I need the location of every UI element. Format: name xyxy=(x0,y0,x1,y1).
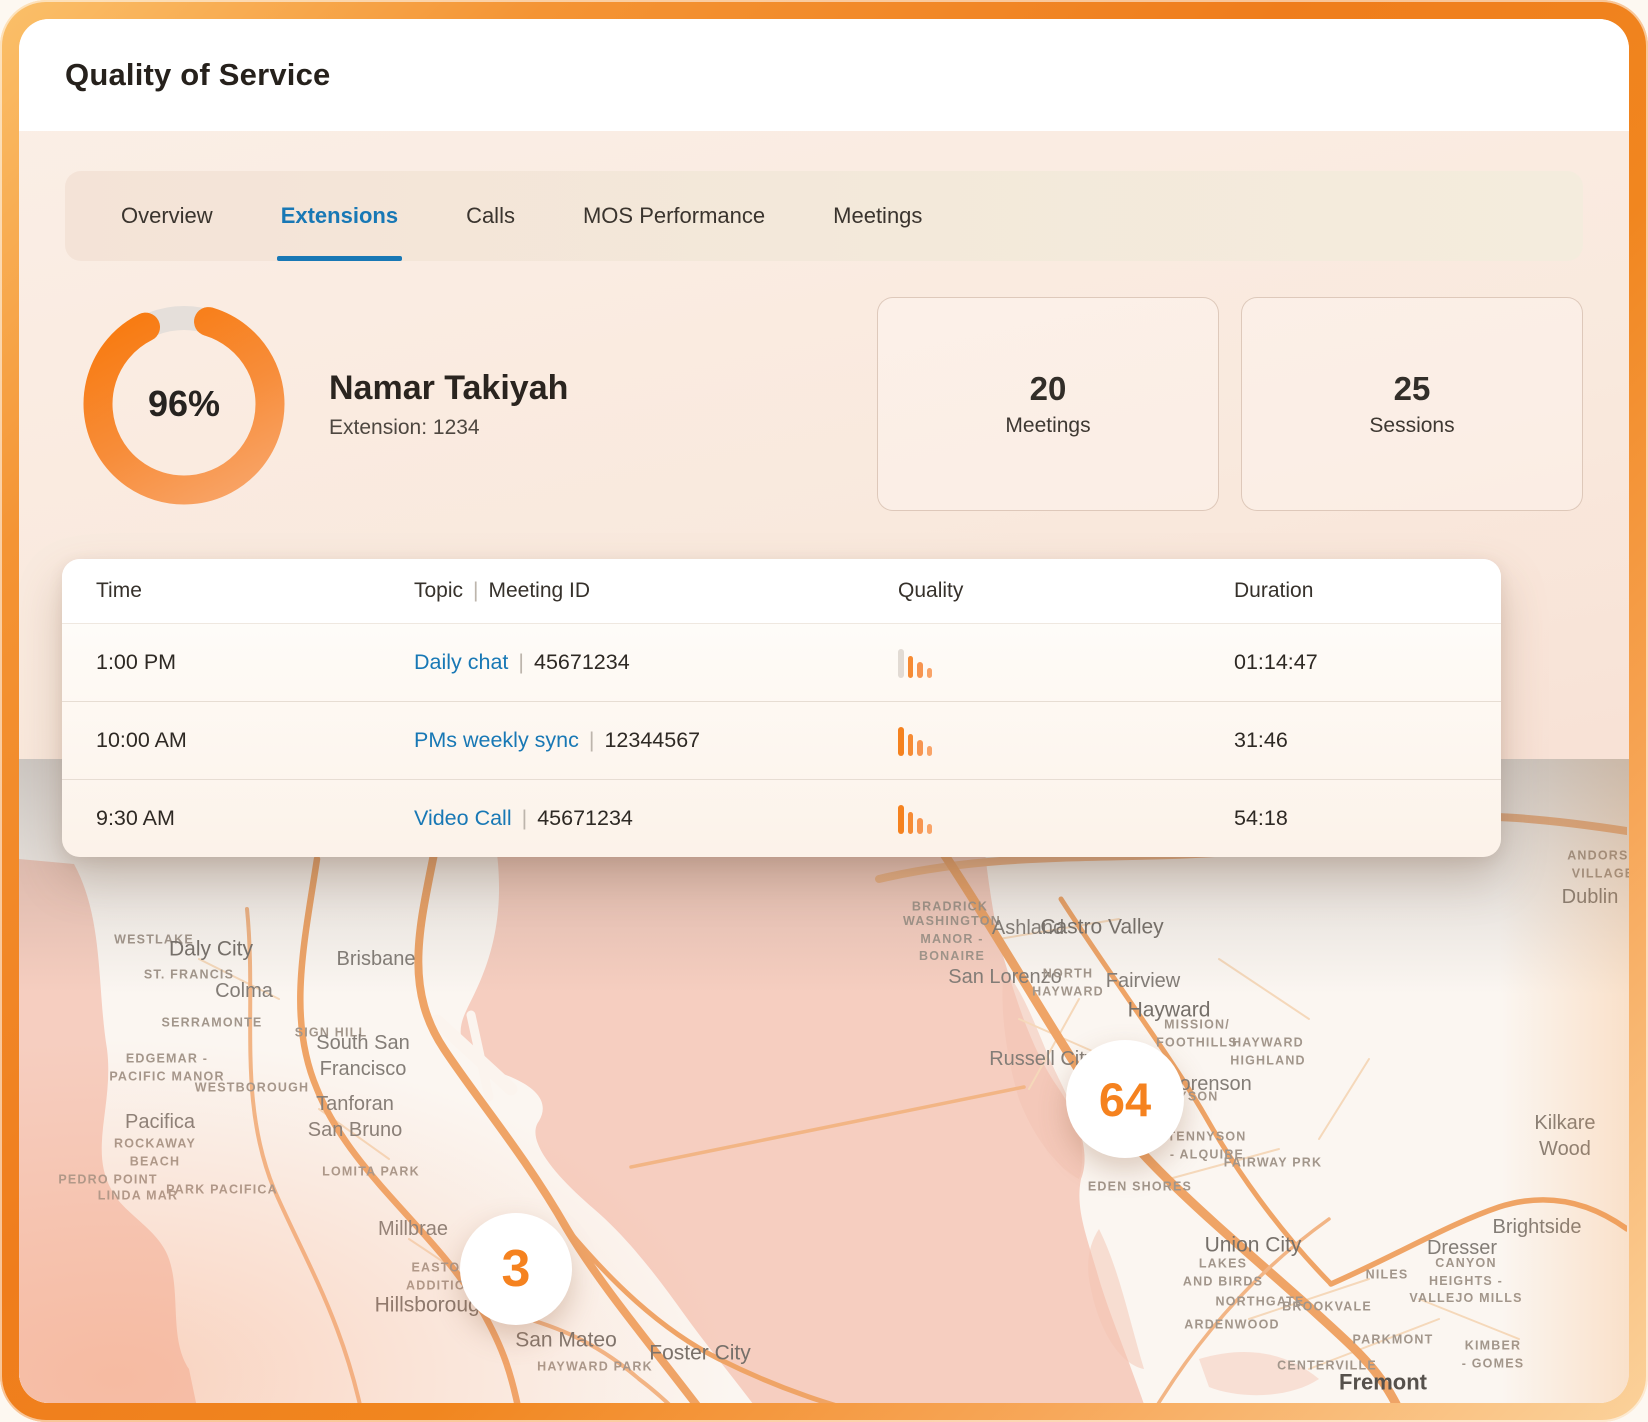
pipe-separator: | xyxy=(579,728,605,752)
device-frame: Quality of Service Overview Extensions C… xyxy=(0,0,1648,1422)
map-label: SERRAMONTE xyxy=(162,1014,263,1032)
cell-duration: 01:14:47 xyxy=(1178,650,1467,675)
extension-summary-row: 96% Namar Takiyah Extension: 1234 20 Mee… xyxy=(65,295,1583,513)
quality-score-value: 96% xyxy=(77,297,291,511)
tab-mos-performance[interactable]: MOS Performance xyxy=(549,171,799,261)
meetings-table-card: Time Topic|Meeting ID Quality Duration 1… xyxy=(62,559,1501,857)
map-label: Daly City xyxy=(169,935,253,962)
sessions-count: 25 xyxy=(1394,370,1431,408)
map-label: LAKES AND BIRDS xyxy=(1183,1256,1263,1291)
pipe-separator: | xyxy=(463,579,488,602)
map-label: ARDENWOOD xyxy=(1184,1316,1280,1334)
map-label: NORTH HAYWARD xyxy=(1032,966,1104,1001)
cell-time: 10:00 AM xyxy=(96,728,414,753)
topic-link[interactable]: Daily chat xyxy=(414,650,508,674)
cell-quality xyxy=(848,648,1178,678)
meeting-id: 45671234 xyxy=(537,806,633,830)
map-label: KIMBER - GOMES xyxy=(1462,1338,1525,1373)
map-label: South San Francisco xyxy=(316,1030,409,1082)
table-row[interactable]: 9:30 AM Video Call|45671234 54:18 xyxy=(62,780,1501,857)
map-label: Castro Valley xyxy=(1040,913,1163,940)
map-label: San Bruno xyxy=(308,1117,403,1143)
map-label: BROOKVALE xyxy=(1282,1298,1372,1316)
tab-extensions[interactable]: Extensions xyxy=(247,171,432,261)
map-label: EDEN SHORES xyxy=(1088,1178,1192,1196)
topic-link[interactable]: PMs weekly sync xyxy=(414,728,579,752)
map-label: LOMITA PARK xyxy=(322,1163,420,1181)
map-label: MISSION/ FOOTHILLS xyxy=(1156,1017,1238,1052)
map-label: Colma xyxy=(215,978,273,1004)
meetings-label: Meetings xyxy=(1005,414,1090,438)
map-label: Millbrae xyxy=(378,1216,448,1242)
map-label: CANYON HEIGHTS - VALLEJO MILLS xyxy=(1409,1255,1522,1308)
map-label: ROCKAWAY BEACH xyxy=(114,1136,196,1171)
user-name: Namar Takiyah xyxy=(329,369,877,408)
map-label: Foster City xyxy=(649,1339,751,1366)
tab-bar: Overview Extensions Calls MOS Performanc… xyxy=(65,171,1583,261)
cell-topic: PMs weekly sync|12344567 xyxy=(414,728,848,753)
map-label: Fairview xyxy=(1106,968,1180,994)
cell-quality xyxy=(848,726,1178,756)
meetings-stat-card: 20 Meetings xyxy=(877,297,1219,511)
table-header-row: Time Topic|Meeting ID Quality Duration xyxy=(62,559,1501,624)
map-label: Dublin xyxy=(1562,884,1619,910)
map-label: PARK PACIFICA xyxy=(166,1181,278,1199)
qos-app-window: Quality of Service Overview Extensions C… xyxy=(19,19,1629,1403)
tab-calls[interactable]: Calls xyxy=(432,171,549,261)
map-cluster-marker[interactable]: 64 xyxy=(1066,1040,1184,1158)
app-header: Quality of Service xyxy=(19,19,1629,131)
col-time: Time xyxy=(96,579,414,603)
page-title: Quality of Service xyxy=(65,57,330,93)
topic-link[interactable]: Video Call xyxy=(414,806,512,830)
map-label: HAYWARD PARK xyxy=(537,1358,653,1376)
map-label: PEDRO POINT xyxy=(58,1171,157,1189)
cell-time: 1:00 PM xyxy=(96,650,414,675)
map-label: Pacifica xyxy=(125,1109,195,1135)
table-row[interactable]: 1:00 PM Daily chat|45671234 01:14:47 xyxy=(62,624,1501,702)
meetings-count: 20 xyxy=(1030,370,1067,408)
map-label: ANDORSK VILLAGE xyxy=(1567,848,1629,883)
cell-duration: 31:46 xyxy=(1178,728,1467,753)
cell-topic: Daily chat|45671234 xyxy=(414,650,848,675)
map-label: San Mateo xyxy=(515,1326,617,1353)
extension-user-info: Namar Takiyah Extension: 1234 xyxy=(329,369,877,440)
tab-meetings[interactable]: Meetings xyxy=(799,171,956,261)
col-topic-meeting-id: Topic|Meeting ID xyxy=(414,579,848,603)
col-duration: Duration xyxy=(1178,579,1467,603)
map-label: WASHINGTON MANOR - BONAIRE xyxy=(903,913,1001,966)
sessions-stat-card: 25 Sessions xyxy=(1241,297,1583,511)
col-quality: Quality xyxy=(848,579,1178,603)
meeting-id: 45671234 xyxy=(534,650,630,674)
cell-quality xyxy=(848,804,1178,834)
stat-cards: 20 Meetings 25 Sessions xyxy=(877,297,1583,511)
quality-bars-icon xyxy=(898,726,1178,756)
map-label: PARKMONT xyxy=(1353,1331,1434,1349)
sessions-label: Sessions xyxy=(1369,414,1454,438)
cell-topic: Video Call|45671234 xyxy=(414,806,848,831)
cell-time: 9:30 AM xyxy=(96,806,414,831)
map-label: Tanforan xyxy=(316,1091,394,1117)
tab-overview[interactable]: Overview xyxy=(87,171,247,261)
map-label: HAYWARD HIGHLAND xyxy=(1230,1035,1306,1070)
cell-duration: 54:18 xyxy=(1178,806,1467,831)
pipe-separator: | xyxy=(508,650,534,674)
map-label: FAIRWAY PRK xyxy=(1224,1154,1322,1172)
map-label: WESTBOROUGH xyxy=(195,1079,310,1097)
map-label: Brisbane xyxy=(337,946,416,972)
map-label: Brightside xyxy=(1493,1214,1582,1240)
meeting-id: 12344567 xyxy=(604,728,700,752)
user-extension: Extension: 1234 xyxy=(329,416,877,440)
map-cluster-marker[interactable]: 3 xyxy=(460,1213,572,1325)
pipe-separator: | xyxy=(512,806,538,830)
quality-score-donut: 96% xyxy=(77,297,291,511)
map-label: NILES xyxy=(1366,1266,1409,1284)
quality-bars-icon xyxy=(898,804,1178,834)
map-label: Fremont xyxy=(1339,1369,1427,1398)
map-label: Kilkare Wood xyxy=(1533,1110,1597,1162)
table-row[interactable]: 10:00 AM PMs weekly sync|12344567 31:46 xyxy=(62,702,1501,780)
quality-bars-icon xyxy=(898,648,1178,678)
